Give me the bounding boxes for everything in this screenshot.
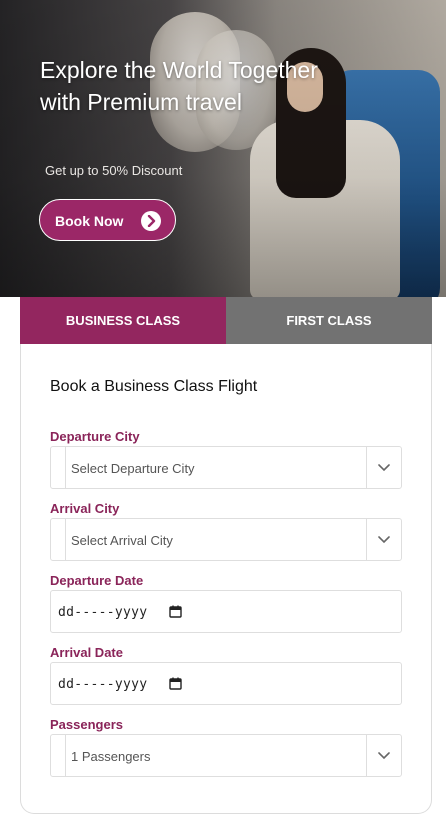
passengers-label: Passengers xyxy=(50,717,123,732)
form-title: Book a Business Class Flight xyxy=(50,378,258,395)
passengers-value: 1 Passengers xyxy=(71,749,151,764)
book-now-button[interactable]: Book Now xyxy=(39,199,176,241)
chevron-down-icon xyxy=(366,447,401,488)
hero-banner xyxy=(0,0,446,297)
class-tabs: BUSINESS CLASS FIRST CLASS xyxy=(20,297,432,344)
calendar-icon[interactable] xyxy=(169,677,182,695)
arrival-date-label: Arrival Date xyxy=(50,645,123,660)
chevron-down-icon xyxy=(366,735,401,776)
arrival-date-input[interactable]: dd-----yyyy xyxy=(50,662,402,705)
arrival-city-label: Arrival City xyxy=(50,501,120,516)
departure-date-label: Departure Date xyxy=(50,573,144,588)
calendar-icon[interactable] xyxy=(169,605,182,623)
departure-city-value: Select Departure City xyxy=(71,461,195,476)
tab-first-class[interactable]: FIRST CLASS xyxy=(226,297,432,344)
departure-city-select[interactable]: Select Departure City xyxy=(50,446,402,489)
passengers-select[interactable]: 1 Passengers xyxy=(50,734,402,777)
book-now-label: Book Now xyxy=(55,213,124,229)
arrival-date-value: dd-----yyyy xyxy=(58,677,148,692)
hero-subtitle: Get up to 50% Discount xyxy=(45,163,183,178)
tab-business-class[interactable]: BUSINESS CLASS xyxy=(20,297,226,344)
arrival-city-value: Select Arrival City xyxy=(71,533,173,548)
hero-title: Explore the World Together with Premium … xyxy=(40,57,318,115)
chevron-right-icon xyxy=(141,211,161,231)
chevron-down-icon xyxy=(366,519,401,560)
departure-city-label: Departure City xyxy=(50,429,140,444)
arrival-city-select[interactable]: Select Arrival City xyxy=(50,518,402,561)
departure-date-value: dd-----yyyy xyxy=(58,605,148,620)
departure-date-input[interactable]: dd-----yyyy xyxy=(50,590,402,633)
